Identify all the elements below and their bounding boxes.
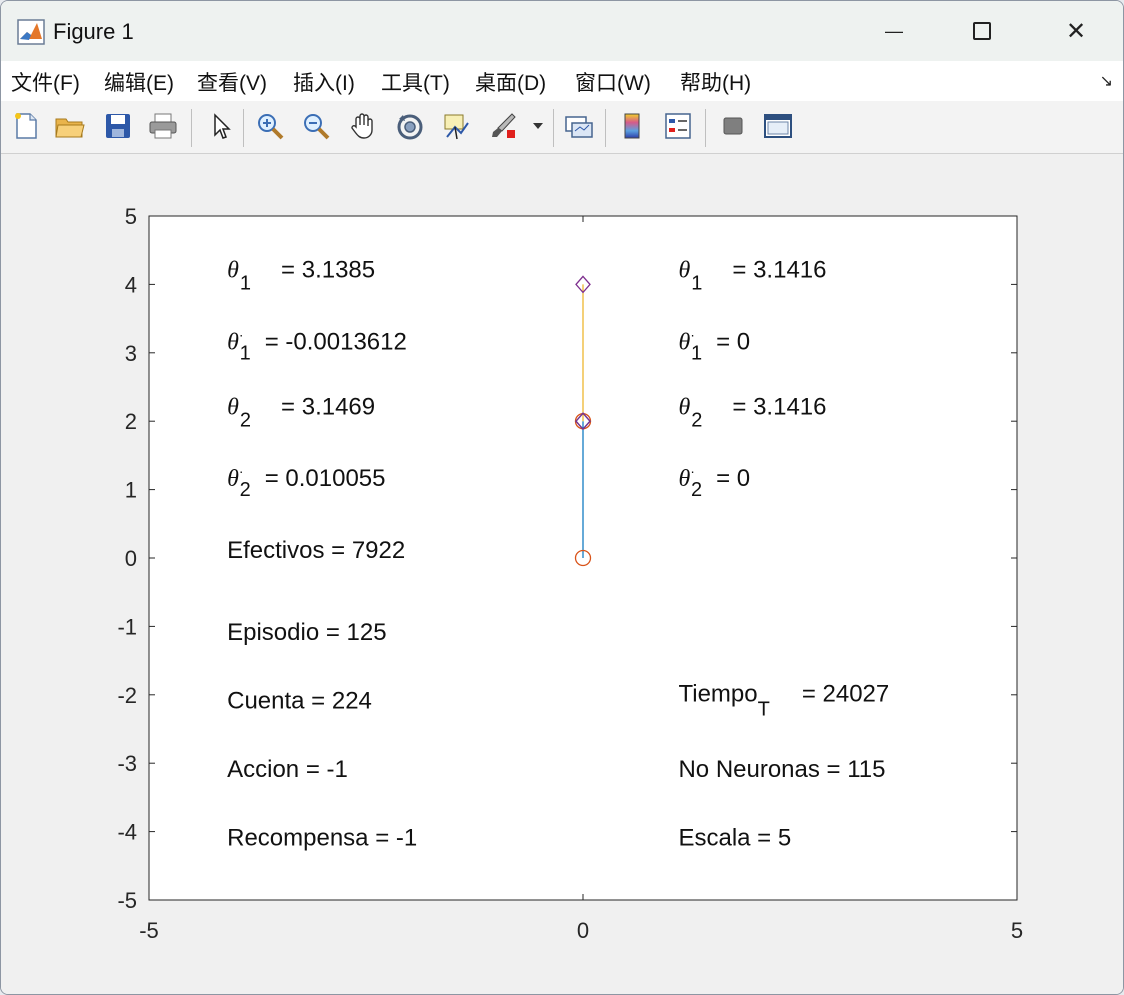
x-tick-label: 0 — [577, 918, 589, 943]
undock-arrow-icon[interactable]: ↘ — [1100, 71, 1113, 91]
save-icon[interactable] — [101, 109, 135, 143]
y-tick-label: -4 — [117, 820, 137, 845]
y-tick-label: -3 — [117, 751, 137, 776]
annotation-text: Efectivos = 7922 — [227, 537, 405, 564]
matlab-logo-icon — [17, 19, 45, 45]
toolbar-separator — [553, 109, 554, 147]
y-tick-label: 0 — [125, 546, 137, 571]
colorbar-icon[interactable] — [615, 109, 649, 143]
zoom-out-icon[interactable] — [299, 109, 333, 143]
menu-help[interactable]: 帮助(H) — [680, 67, 751, 97]
minimize-icon: — — [885, 20, 903, 41]
y-tick-label: -5 — [117, 888, 137, 913]
figure-window: Figure 1 — ✕ 文件(F) 编辑(E) 查看(V) 插入(I) 工具(… — [0, 0, 1124, 995]
toolbar-separator — [191, 109, 192, 147]
show-plot-tools-icon[interactable] — [761, 109, 795, 143]
hide-plot-tools-icon[interactable] — [716, 109, 750, 143]
y-tick-label: 4 — [125, 272, 137, 297]
brush-icon[interactable] — [486, 109, 520, 143]
close-button[interactable]: ✕ — [1041, 9, 1111, 53]
annotation-text: Cuenta = 224 — [227, 687, 372, 714]
brush-dropdown-icon[interactable] — [529, 109, 547, 143]
pan-hand-icon[interactable] — [346, 109, 380, 143]
menu-window[interactable]: 窗口(W) — [575, 67, 651, 97]
x-tick-label: -5 — [139, 918, 159, 943]
annotation-text: Episodio = 125 — [227, 619, 386, 646]
link-plot-icon[interactable] — [562, 109, 596, 143]
menu-desktop[interactable]: 桌面(D) — [475, 67, 546, 97]
minimize-button[interactable]: — — [859, 9, 929, 53]
annotation-text: Escala = 5 — [678, 824, 791, 851]
window-title: Figure 1 — [53, 19, 134, 44]
toolbar-separator — [605, 109, 606, 147]
toolbar-separator — [243, 109, 244, 147]
y-tick-label: -1 — [117, 614, 137, 639]
menu-tools[interactable]: 工具(T) — [381, 67, 450, 97]
toolbar-separator — [705, 109, 706, 147]
menu-bar: 文件(F) 编辑(E) 查看(V) 插入(I) 工具(T) 桌面(D) 窗口(W… — [1, 61, 1123, 102]
menu-insert[interactable]: 插入(I) — [293, 67, 355, 97]
menu-file[interactable]: 文件(F) — [11, 67, 80, 97]
open-folder-icon[interactable] — [53, 109, 87, 143]
rotate-3d-icon[interactable] — [393, 109, 427, 143]
zoom-in-icon[interactable] — [253, 109, 287, 143]
menu-view[interactable]: 查看(V) — [197, 67, 267, 97]
toolbar — [1, 101, 1123, 154]
x-tick-label: 5 — [1011, 918, 1023, 943]
y-tick-label: 1 — [125, 478, 137, 503]
new-figure-icon[interactable] — [9, 109, 43, 143]
maximize-button[interactable] — [947, 9, 1017, 53]
data-cursor-icon[interactable] — [439, 109, 473, 143]
close-icon: ✕ — [1065, 17, 1087, 45]
pointer-icon[interactable] — [203, 109, 237, 143]
annotation-text: Accion = -1 — [227, 756, 348, 783]
print-icon[interactable] — [146, 109, 180, 143]
annotation-text: Recompensa = -1 — [227, 824, 417, 851]
menu-edit[interactable]: 编辑(E) — [104, 67, 174, 97]
axes-plot[interactable]: 543210-1-2-3-4-5-5 0 5θ1 = 3.1385θ· 1 = -0.00… — [1, 154, 1123, 994]
y-tick-label: -2 — [117, 683, 137, 708]
figure-canvas: 5 4 3 2 1 0 -1 -2 -3 -4 -5 -5 0 5 θ1 = 3.1385 θ· 1 = -0.00… — [1, 154, 1123, 994]
y-tick-label: 3 — [125, 341, 137, 366]
title-bar[interactable]: Figure 1 — ✕ — [1, 1, 1123, 61]
annotation-text: No Neuronas = 115 — [678, 756, 885, 783]
y-tick-label: 2 — [125, 409, 137, 434]
legend-icon[interactable] — [661, 109, 695, 143]
y-tick-label: 5 — [125, 204, 137, 229]
maximize-icon — [973, 22, 991, 40]
